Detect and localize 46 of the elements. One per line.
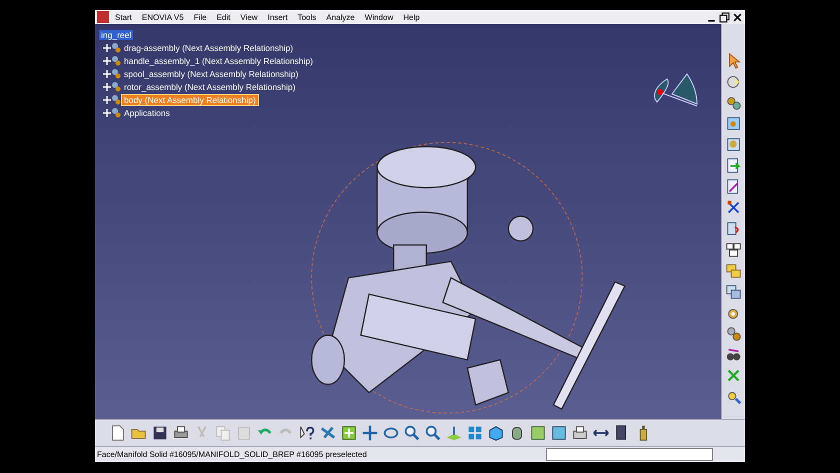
status-message: Face/Manifold Solid #16095/MANIFOLD_SOLID_BREP #16095 preselected xyxy=(97,450,367,459)
menu-item[interactable]: Edit xyxy=(212,12,236,22)
menu-item[interactable]: ENOVIA V5 xyxy=(138,12,190,22)
part-icon xyxy=(111,107,122,118)
pan-icon[interactable] xyxy=(361,424,379,442)
tree-item[interactable]: Applications xyxy=(122,108,172,118)
tree-item[interactable]: ing_reel xyxy=(99,30,134,40)
printer-icon[interactable] xyxy=(571,424,589,442)
expand-icon[interactable] xyxy=(103,96,111,104)
menu-item[interactable]: Analyze xyxy=(322,12,361,22)
expand-icon[interactable] xyxy=(103,82,111,90)
part-icon xyxy=(111,81,122,92)
cube-icon[interactable] xyxy=(487,424,505,442)
folders-icon[interactable] xyxy=(724,262,742,280)
menu-item[interactable]: Window xyxy=(360,12,400,22)
tree-item[interactable]: handle_assembly_1 (Next Assembly Relationship) xyxy=(122,56,315,66)
expand-icon[interactable] xyxy=(103,70,111,78)
blocks-icon[interactable] xyxy=(724,241,742,259)
document-arrow-icon[interactable] xyxy=(724,157,742,175)
save-icon[interactable] xyxy=(151,424,169,442)
zoom-in-icon[interactable] xyxy=(403,424,421,442)
tree-item[interactable]: spool_assembly (Next Assembly Relationship) xyxy=(122,68,300,78)
part-icon xyxy=(111,94,122,105)
expand-icon[interactable] xyxy=(103,56,111,64)
help-cursor-icon[interactable] xyxy=(298,424,316,442)
close-icon[interactable] xyxy=(732,12,743,22)
menu-item[interactable]: Insert xyxy=(264,12,294,22)
command-field[interactable] xyxy=(546,448,713,461)
3d-viewport[interactable] xyxy=(95,24,721,419)
menu-item[interactable]: Start xyxy=(111,12,138,22)
reel-model-drawing[interactable] xyxy=(310,142,626,414)
menu-item[interactable]: File xyxy=(190,12,213,22)
part-icon xyxy=(111,68,122,79)
restore-icon[interactable] xyxy=(719,12,730,22)
expand-icon[interactable] xyxy=(103,44,111,52)
zoom-out-icon[interactable] xyxy=(424,424,442,442)
part-icon xyxy=(111,55,122,66)
menu-item[interactable]: Help xyxy=(399,12,426,22)
menu-item[interactable]: Tools xyxy=(294,12,322,22)
tree-item[interactable]: drag-assembly (Next Assembly Relationship) xyxy=(122,42,296,52)
part-icon xyxy=(111,42,122,53)
expand-icon[interactable] xyxy=(103,108,111,116)
tree-item[interactable]: rotor_assembly (Next Assembly Relationship) xyxy=(122,82,298,92)
new-document-icon[interactable] xyxy=(109,424,127,442)
windows-icon[interactable] xyxy=(724,283,742,301)
menu-item[interactable]: View xyxy=(236,12,264,22)
